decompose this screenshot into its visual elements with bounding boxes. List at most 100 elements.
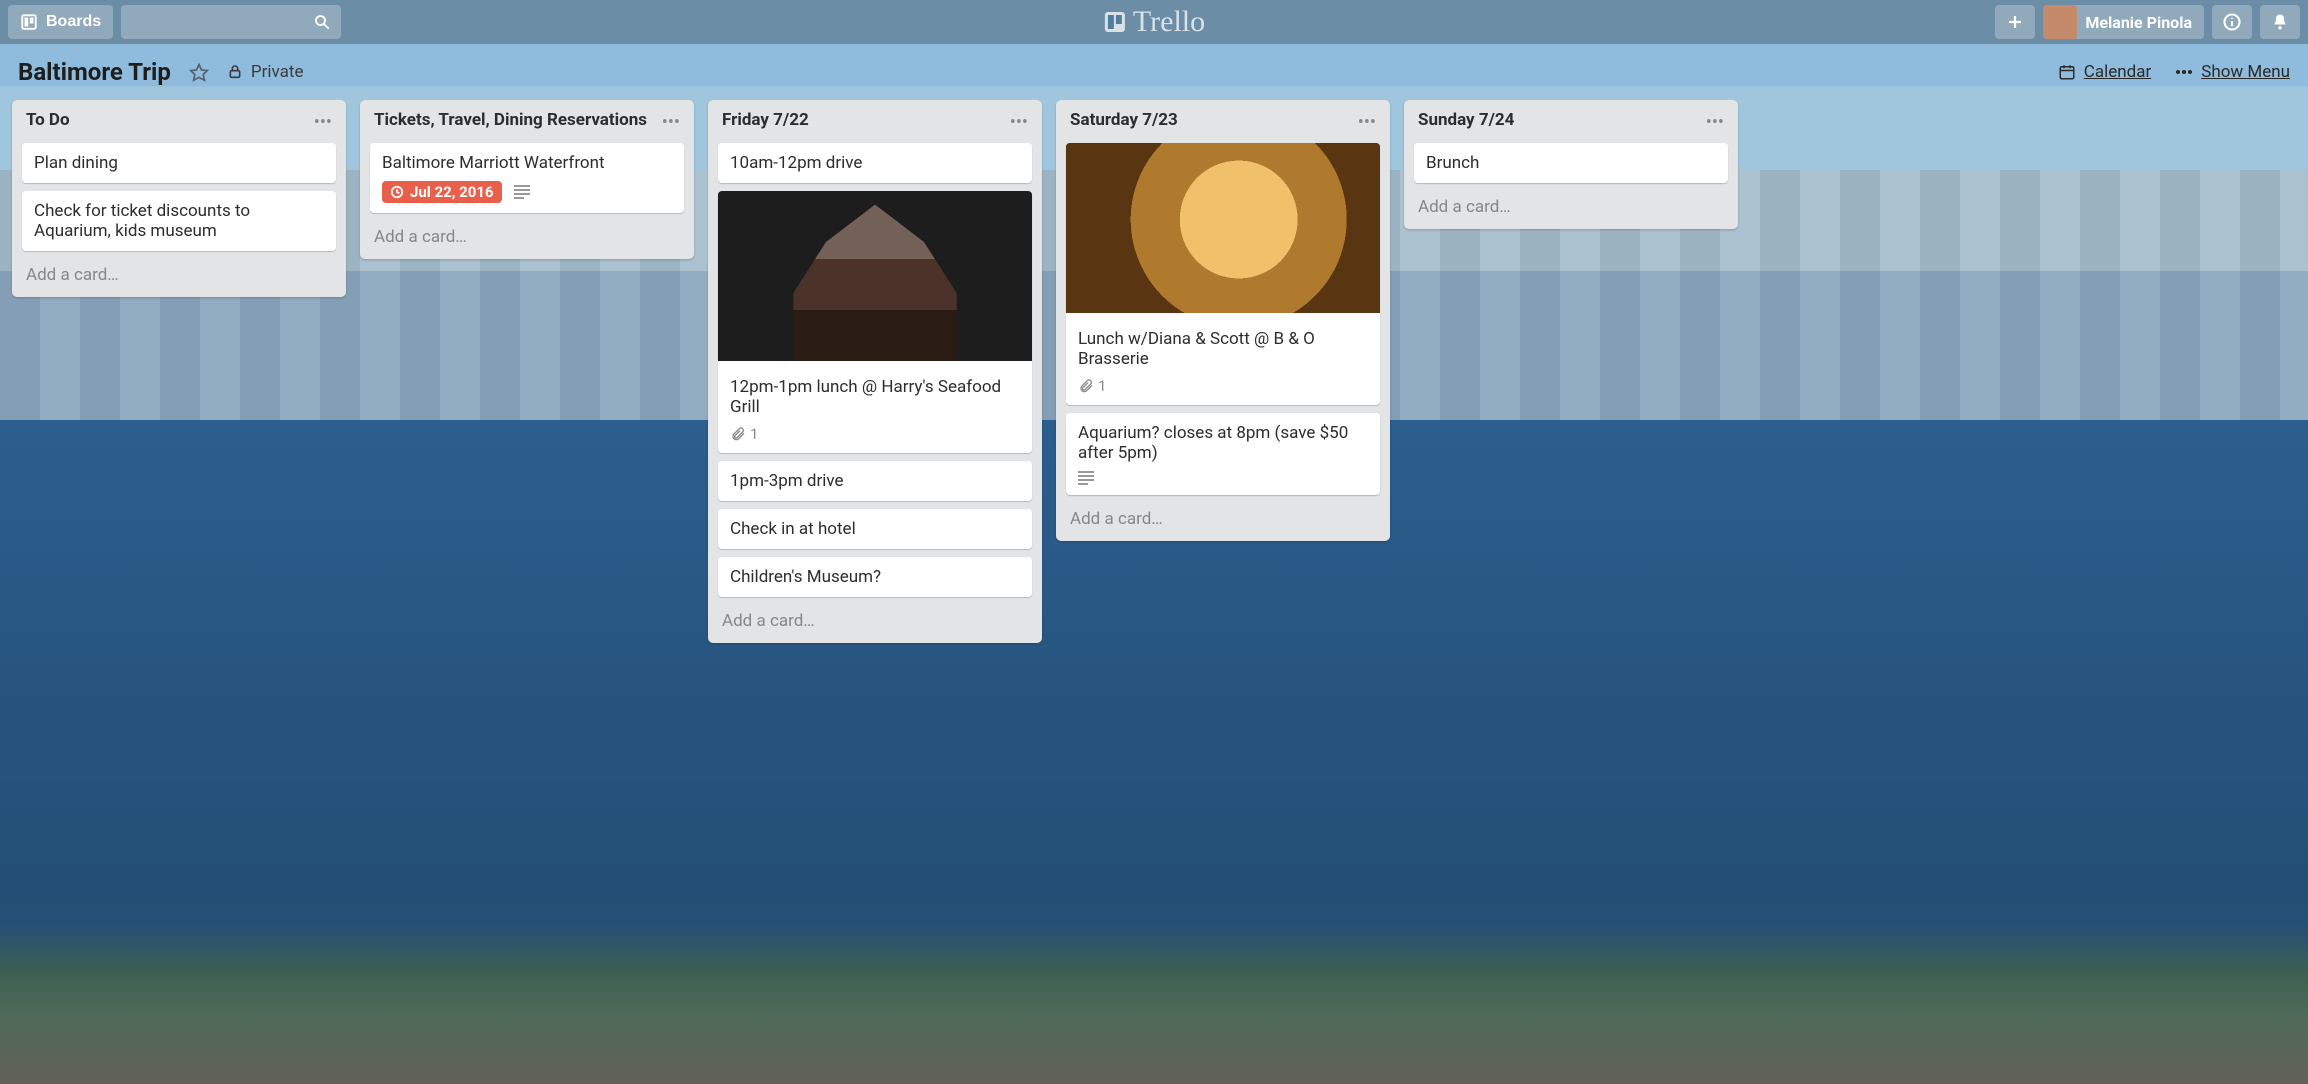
list-menu-button[interactable]: ••• <box>1706 110 1724 133</box>
privacy-label: Private <box>251 62 304 82</box>
description-icon <box>514 185 530 199</box>
card-text: Aquarium? closes at 8pm (save $50 after … <box>1078 423 1368 463</box>
list-menu-button[interactable]: ••• <box>314 110 332 133</box>
list: Sunday 7/24 ••• Brunch Add a card… <box>1404 100 1738 229</box>
card[interactable]: Baltimore Marriott Waterfront Jul 22, 201… <box>370 143 684 213</box>
attachment-badge: 1 <box>730 425 758 443</box>
search-icon <box>313 13 331 31</box>
card[interactable]: 12pm-1pm lunch @ Harry's Seafood Grill 1 <box>718 191 1032 453</box>
list-header: Friday 7/22 ••• <box>718 110 1032 135</box>
notifications-button[interactable] <box>2260 5 2300 39</box>
app-logo[interactable]: Trello <box>1103 5 1205 39</box>
calendar-label: Calendar <box>2084 62 2151 82</box>
add-card-button[interactable]: Add a card… <box>1066 503 1380 529</box>
list: Tickets, Travel, Dining Reservations ••• B… <box>360 100 694 259</box>
show-menu-label: Show Menu <box>2201 62 2290 82</box>
card[interactable]: Brunch <box>1414 143 1728 183</box>
show-menu-button[interactable]: Show Menu <box>2175 62 2290 82</box>
ellipsis-icon: ••• <box>314 112 332 133</box>
boards-button[interactable]: Boards <box>8 5 113 39</box>
add-card-button[interactable]: Add a card… <box>1414 191 1728 217</box>
list-header: Tickets, Travel, Dining Reservations ••• <box>370 110 684 135</box>
ellipsis-icon: ••• <box>1358 112 1376 133</box>
card[interactable]: 10am-12pm drive <box>718 143 1032 183</box>
list-menu-button[interactable]: ••• <box>1358 110 1376 133</box>
card[interactable]: Check for ticket discounts to Aquarium, … <box>22 191 336 251</box>
card[interactable]: Lunch w/Diana & Scott @ B & O Brasserie 1 <box>1066 143 1380 405</box>
list-menu-button[interactable]: ••• <box>662 110 680 133</box>
add-card-button[interactable]: Add a card… <box>370 221 684 247</box>
bell-icon <box>2270 12 2290 32</box>
ellipsis-icon: ••• <box>662 112 680 133</box>
list-title[interactable]: To Do <box>26 110 70 131</box>
attachment-badge: 1 <box>1078 377 1106 395</box>
boards-button-label: Boards <box>46 13 101 31</box>
ellipsis-icon <box>2175 69 2193 75</box>
search-input[interactable] <box>121 5 341 39</box>
list-title[interactable]: Saturday 7/23 <box>1070 110 1178 131</box>
list-header: To Do ••• <box>22 110 336 135</box>
global-header: Boards Trello Melanie Pinola <box>0 0 2308 44</box>
list-title[interactable]: Friday 7/22 <box>722 110 809 131</box>
card-text: Lunch w/Diana & Scott @ B & O Brasserie <box>1078 329 1368 369</box>
card-badges: 1 <box>730 425 1020 443</box>
list: Saturday 7/23 ••• Lunch w/Diana & Scott @ … <box>1056 100 1390 541</box>
card-text: 12pm-1pm lunch @ Harry's Seafood Grill <box>730 377 1020 417</box>
list-header: Sunday 7/24 ••• <box>1414 110 1728 135</box>
create-button[interactable] <box>1995 5 2035 39</box>
calendar-icon <box>2058 63 2076 81</box>
lock-icon <box>227 64 243 80</box>
card[interactable]: Check in at hotel <box>718 509 1032 549</box>
card[interactable]: Aquarium? closes at 8pm (save $50 after … <box>1066 413 1380 495</box>
card-text: Plan dining <box>34 153 324 173</box>
card-text: Check in at hotel <box>730 519 1020 539</box>
card-text: 10am-12pm drive <box>730 153 1020 173</box>
card[interactable]: Children's Museum? <box>718 557 1032 597</box>
calendar-link[interactable]: Calendar <box>2058 62 2151 82</box>
board-header: Baltimore Trip Private Calendar Show Men… <box>0 44 2308 100</box>
star-icon[interactable] <box>189 62 209 82</box>
attachment-count: 1 <box>750 425 758 443</box>
board-canvas[interactable]: To Do ••• Plan dining Check for ticket disc… <box>0 100 2308 1084</box>
ellipsis-icon: ••• <box>1706 112 1724 133</box>
paperclip-icon <box>730 426 746 442</box>
card-badges: Jul 22, 2016 <box>382 181 672 203</box>
ellipsis-icon: ••• <box>1010 112 1028 133</box>
card-badges: 1 <box>1078 377 1368 395</box>
list-title[interactable]: Sunday 7/24 <box>1418 110 1514 131</box>
clock-icon <box>390 185 404 199</box>
logo-icon <box>1103 10 1127 34</box>
description-icon <box>1078 471 1094 485</box>
card-cover <box>718 191 1032 361</box>
card-text: Baltimore Marriott Waterfront <box>382 153 672 173</box>
due-date-text: Jul 22, 2016 <box>410 183 494 201</box>
logo-text: Trello <box>1133 5 1205 39</box>
board-title[interactable]: Baltimore Trip <box>18 58 171 86</box>
card-text: Children's Museum? <box>730 567 1020 587</box>
avatar <box>2043 5 2077 39</box>
paperclip-icon <box>1078 378 1094 394</box>
card-text: Brunch <box>1426 153 1716 173</box>
card-text: 1pm-3pm drive <box>730 471 1020 491</box>
info-icon <box>2222 12 2242 32</box>
list: To Do ••• Plan dining Check for ticket disc… <box>12 100 346 297</box>
user-name: Melanie Pinola <box>2085 13 2192 32</box>
list-header: Saturday 7/23 ••• <box>1066 110 1380 135</box>
list: Friday 7/22 ••• 10am-12pm drive 12pm-1pm lu… <box>708 100 1042 643</box>
user-menu[interactable]: Melanie Pinola <box>2043 5 2204 39</box>
boards-icon <box>20 13 38 31</box>
info-button[interactable] <box>2212 5 2252 39</box>
add-card-button[interactable]: Add a card… <box>718 605 1032 631</box>
card-text: Check for ticket discounts to Aquarium, … <box>34 201 324 241</box>
due-date-badge: Jul 22, 2016 <box>382 181 502 203</box>
card-cover <box>1066 143 1380 313</box>
list-title[interactable]: Tickets, Travel, Dining Reservations <box>374 110 647 131</box>
attachment-count: 1 <box>1098 377 1106 395</box>
list-menu-button[interactable]: ••• <box>1010 110 1028 133</box>
card-badges <box>1078 471 1368 485</box>
privacy-button[interactable]: Private <box>227 62 304 82</box>
add-card-button[interactable]: Add a card… <box>22 259 336 285</box>
card[interactable]: 1pm-3pm drive <box>718 461 1032 501</box>
plus-icon <box>2006 13 2024 31</box>
card[interactable]: Plan dining <box>22 143 336 183</box>
